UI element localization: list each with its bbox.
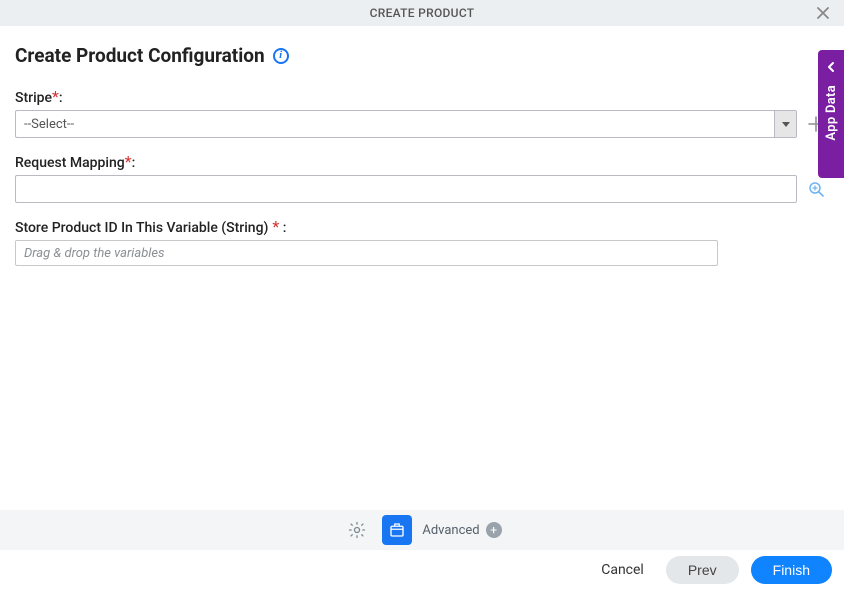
modal-title: CREATE PRODUCT [370, 6, 475, 20]
modal-header: CREATE PRODUCT [0, 0, 844, 26]
app-data-panel-toggle[interactable]: App Data [818, 50, 844, 178]
plus-circle-icon: + [486, 522, 502, 538]
store-var-dropzone[interactable]: Drag & drop the variables [15, 240, 718, 266]
required-asterisk: * [52, 87, 59, 106]
app-data-panel-label: App Data [824, 85, 839, 141]
bottom-toolbar: Advanced + [0, 510, 844, 550]
request-mapping-input[interactable] [15, 175, 797, 203]
prev-button[interactable]: Prev [666, 556, 739, 584]
close-icon[interactable] [816, 6, 830, 20]
package-button[interactable] [382, 515, 412, 545]
search-zoom-icon[interactable] [807, 180, 829, 198]
settings-button[interactable] [342, 515, 372, 545]
advanced-label: Advanced [422, 523, 479, 538]
info-icon[interactable]: i [273, 48, 289, 64]
advanced-toggle[interactable]: Advanced + [422, 522, 501, 538]
store-var-label: Store Product ID In This Variable (Strin… [15, 220, 268, 236]
stripe-label: Stripe [15, 90, 52, 106]
required-asterisk: * [125, 152, 132, 171]
store-var-placeholder: Drag & drop the variables [24, 246, 165, 261]
stripe-select-value: --Select-- [24, 117, 74, 132]
finish-button[interactable]: Finish [751, 556, 832, 584]
page-title: Create Product Configuration [15, 44, 265, 67]
chevron-down-icon [774, 111, 796, 137]
chevron-left-icon [825, 58, 837, 77]
stripe-select[interactable]: --Select-- [15, 110, 797, 138]
request-mapping-label: Request Mapping [15, 155, 125, 171]
cancel-button[interactable]: Cancel [591, 556, 654, 584]
